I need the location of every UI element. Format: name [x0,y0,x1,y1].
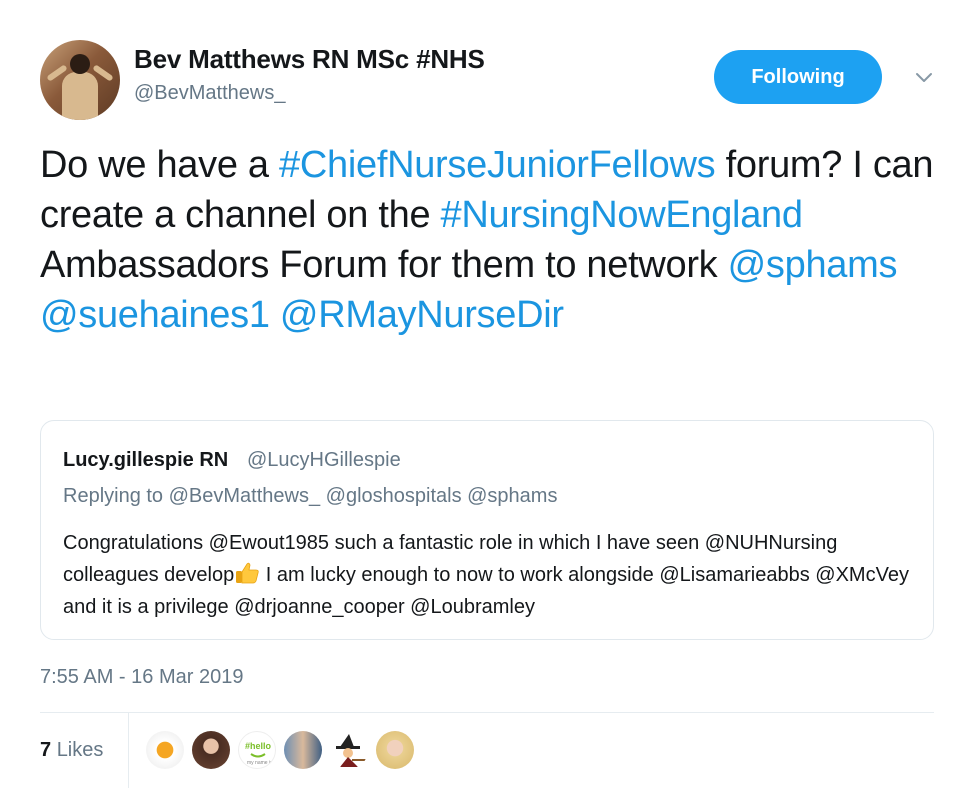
stats-divider [128,712,129,788]
liker-avatar-flower[interactable] [146,731,184,769]
liker-avatar-couple[interactable] [284,731,322,769]
tweet-text-segment [270,294,280,336]
liker-avatar-witch[interactable] [330,731,368,769]
quoted-author-name: Lucy.gillespie RN [63,449,229,471]
author-display-name[interactable]: Bev Matthews RN MSc #NHS [134,44,485,75]
quoted-author-handle: @LucyHGillespie [247,449,401,471]
quoted-tweet-text: Congratulations @Ewout1985 such a fantas… [63,527,913,623]
likes-count[interactable]: 7 Likes [40,739,103,762]
author-handle[interactable]: @BevMatthews_ [134,82,285,105]
author-avatar[interactable] [40,40,120,120]
svg-text:#hello: #hello [245,741,272,751]
thumbs-up-icon [236,562,259,584]
liker-avatar-blonde[interactable] [376,731,414,769]
likers-avatars: #hello my name is [146,731,422,769]
hashtag-link[interactable]: #ChiefNurseJuniorFellows [279,144,716,186]
mention-link[interactable]: @RMayNurseDir [280,294,564,336]
hashtag-link[interactable]: #NursingNowEngland [441,194,803,236]
svg-text:my name is: my name is [247,760,273,766]
chevron-down-icon[interactable] [912,66,936,90]
likes-label: Likes [56,739,104,761]
following-button[interactable]: Following [714,50,882,104]
tweet-text-segment: Ambassadors Forum for them to network [40,244,728,286]
liker-avatar-hello[interactable]: #hello my name is [238,731,276,769]
liker-avatar-woman[interactable] [192,731,230,769]
tweet-text-segment: Do we have a [40,144,280,186]
divider [40,712,934,713]
quoted-tweet[interactable]: Lucy.gillespie RN @LucyHGillespie Replyi… [40,420,934,640]
replying-to-line: Replying to @BevMatthews_ @gloshospitals… [63,485,558,507]
hello-logo-icon: #hello my name is [245,741,273,766]
mention-link[interactable]: @sphams [728,244,898,286]
tweet-text: Do we have a #ChiefNurseJuniorFellows fo… [40,140,940,340]
witch-icon [336,734,366,767]
likes-number: 7 [40,739,52,761]
mention-link[interactable]: @suehaines1 [40,294,270,336]
tweet-timestamp[interactable]: 7:55 AM - 16 Mar 2019 [40,666,243,689]
